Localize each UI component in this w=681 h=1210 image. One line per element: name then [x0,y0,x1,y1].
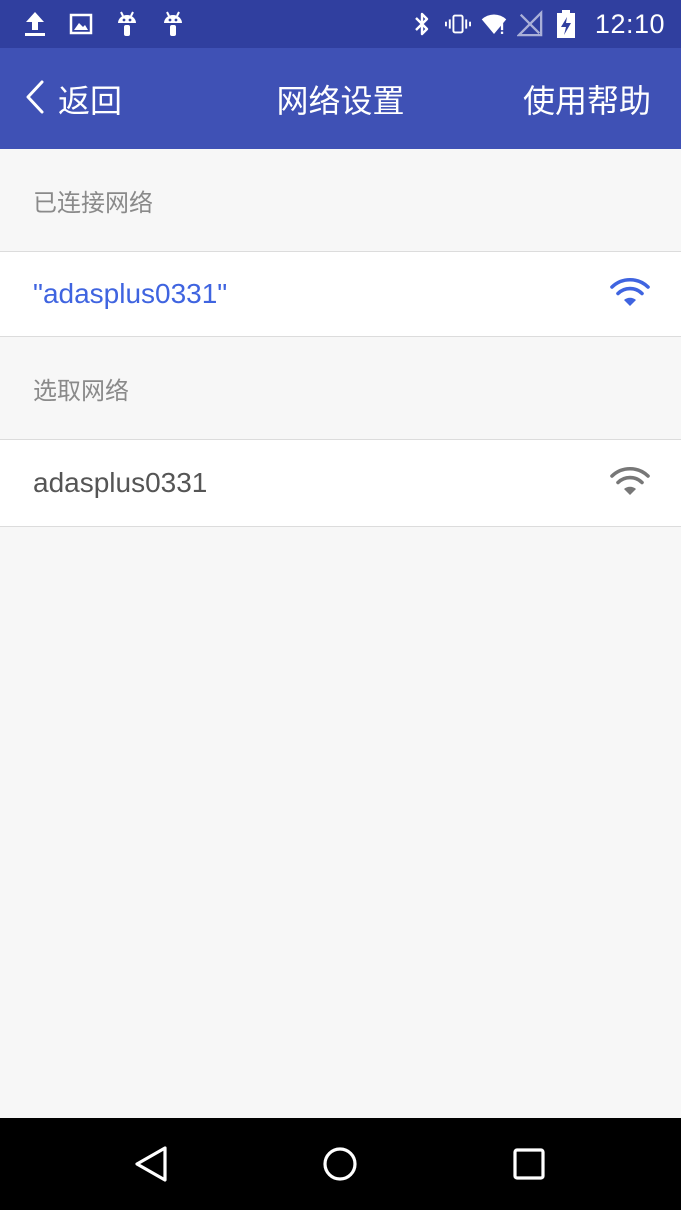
status-bar: 12:10 [0,0,681,48]
available-networks-header: 选取网络 [33,376,129,405]
network-ssid: adasplus0331 [33,467,208,498]
app-bar: 返回 网络设置 使用帮助 [0,48,681,149]
connected-network-row[interactable]: "adasplus0331" [0,251,681,337]
chevron-left-icon [24,79,46,119]
bluetooth-icon [409,10,435,38]
back-button[interactable]: 返回 [24,48,122,149]
network-list-item[interactable]: adasplus0331 [0,439,681,527]
wifi-alert-icon [481,10,507,38]
status-left-icons [22,10,186,38]
battery-charging-icon [553,10,579,38]
no-signal-icon [516,10,543,38]
status-time: 12:10 [594,8,665,39]
home-circle-icon[interactable] [290,1118,390,1210]
back-label: 返回 [58,81,123,120]
android-icon [114,10,140,38]
connected-networks-header: 已连接网络 [33,188,153,217]
vibrate-icon [444,10,471,38]
image-icon [68,10,94,38]
status-right-icons: 12:10 [409,9,665,40]
recents-square-icon[interactable] [479,1118,579,1210]
back-triangle-icon[interactable] [101,1118,201,1210]
navigation-bar [0,1118,681,1210]
help-button[interactable]: 使用帮助 [523,48,651,149]
connected-network-ssid: "adasplus0331" [33,278,228,309]
wifi-signal-icon [609,276,651,312]
wifi-signal-icon [609,465,651,501]
android-icon [160,10,186,38]
upload-icon [22,10,48,38]
